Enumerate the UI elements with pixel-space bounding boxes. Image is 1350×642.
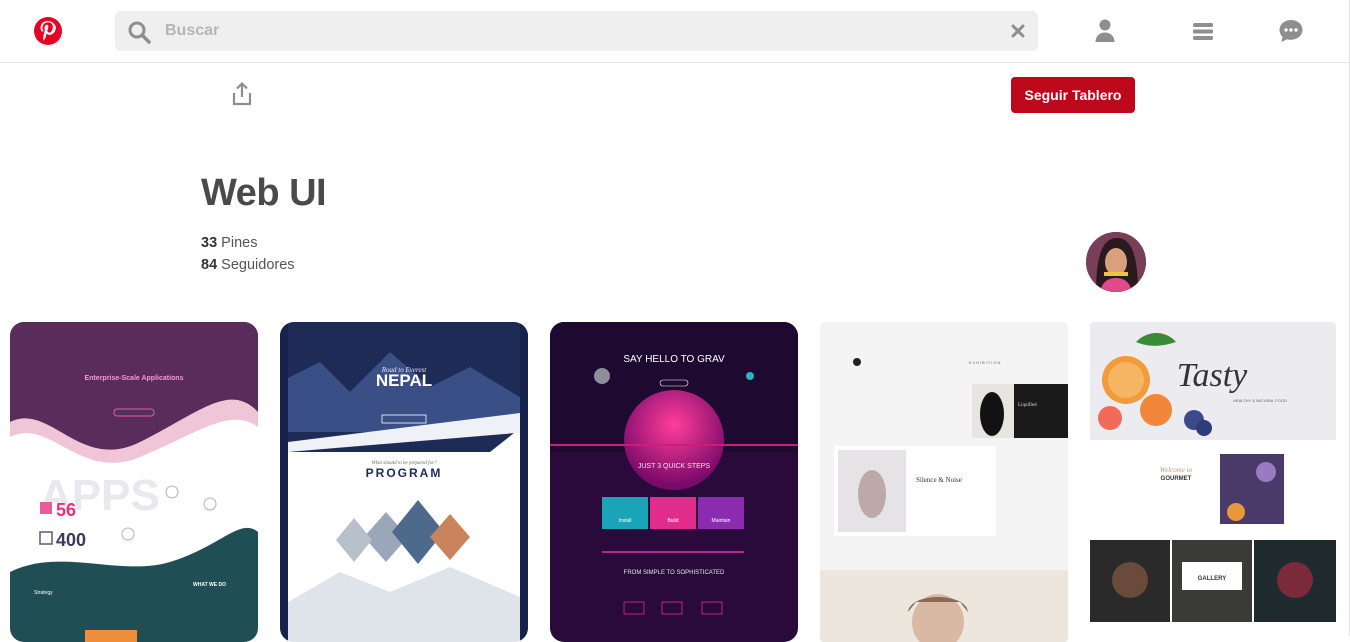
pin-card[interactable]: EXHIBITION Liquified Silence & Noise [820, 322, 1068, 642]
pin-card[interactable]: SAY HELLO TO GRAV JUST 3 QUICK STEPS Ins… [550, 322, 798, 642]
share-icon[interactable] [231, 81, 253, 111]
pin-welcome: Welcome to [1160, 466, 1193, 474]
stat-value: 56 [56, 500, 76, 520]
search-bar[interactable]: Buscar [115, 11, 1038, 51]
pin-headline: Enterprise-Scale Applications [85, 375, 184, 382]
pin-card[interactable]: Road to Everest NEPAL What should to be … [280, 322, 528, 642]
clear-search-icon[interactable] [1010, 23, 1026, 39]
menu-icon[interactable] [1190, 18, 1216, 44]
pin-section: PROGRAM [366, 466, 443, 480]
pin-feature: Silence & Noise [916, 476, 962, 484]
search-icon [128, 21, 151, 44]
avatar[interactable] [1086, 232, 1146, 292]
pin-headline: NEPAL [376, 371, 432, 390]
steps-title: JUST 3 QUICK STEPS [638, 463, 711, 470]
pin-bottom-title: FROM SIMPLE TO SOPHISTICATED [624, 570, 725, 576]
pin-headline: SAY HELLO TO GRAV [623, 354, 725, 365]
section-label: Strategy [34, 590, 53, 596]
step-label: Build [667, 518, 678, 524]
pin-side-label: Liquified [1018, 403, 1037, 408]
pinterest-logo-icon[interactable] [34, 17, 62, 45]
messages-icon[interactable] [1278, 18, 1304, 44]
pin-card[interactable]: Tasty HEALTHY & NATURAL FOOD Welcome to … [1090, 322, 1336, 642]
follow-board-button[interactable]: Seguir Tablero [1011, 77, 1135, 113]
pin-name: GOURMET [1161, 476, 1192, 482]
stat-value: 400 [56, 530, 86, 550]
pin-brand: Tasty [1177, 357, 1248, 394]
search-input[interactable]: Buscar [165, 22, 219, 40]
section-label: WHAT WE DO [193, 582, 226, 588]
pin-gallery: GALLERY [1198, 576, 1226, 582]
profile-icon[interactable] [1092, 18, 1118, 44]
top-navigation-bar: Buscar [0, 0, 1350, 63]
board-title: Web UI [201, 172, 327, 214]
followers-count[interactable]: 84 Seguidores [201, 257, 295, 273]
pin-label: EXHIBITION [969, 360, 1002, 365]
pin-card[interactable]: APPS Enterprise-Scale Applications 56 40… [10, 322, 258, 642]
step-label: Install [618, 518, 631, 524]
pins-count[interactable]: 33 Pines [201, 235, 257, 251]
step-label: Maintain [712, 518, 731, 524]
pin-tagline: HEALTHY & NATURAL FOOD [1233, 398, 1287, 403]
